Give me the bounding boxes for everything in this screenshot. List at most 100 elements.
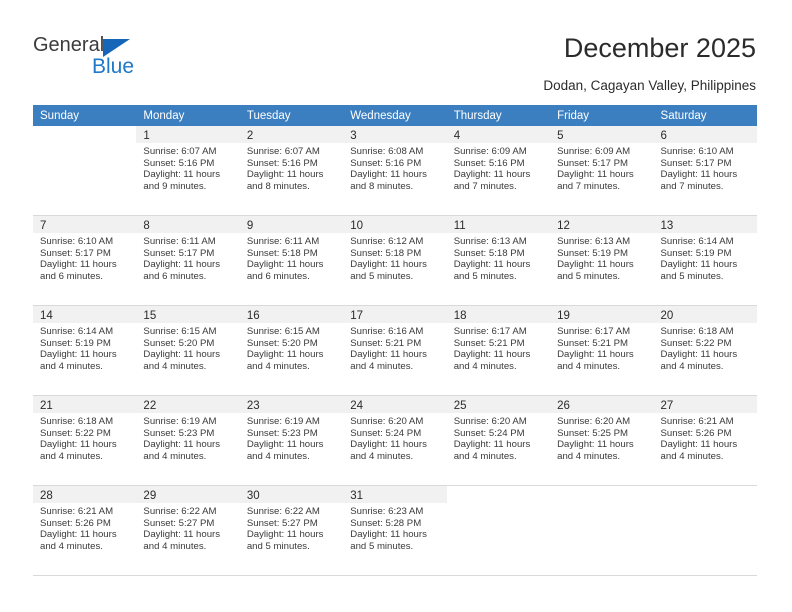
sunrise-text: Sunrise: 6:21 AM (40, 506, 114, 517)
calendar-day[interactable]: 17 Sunrise: 6:16 AM Sunset: 5:21 PM Dayligh… (343, 306, 447, 396)
weekday-header-row: Sunday Monday Tuesday Wednesday Thursday… (33, 105, 757, 126)
calendar-day[interactable]: 23 Sunrise: 6:19 AM Sunset: 5:23 PM Dayligh… (239, 396, 344, 486)
calendar-day[interactable]: 18 Sunrise: 6:17 AM Sunset: 5:21 PM Dayligh… (446, 306, 551, 396)
day-number-band: 7 (33, 216, 137, 233)
day-number: 11 (453, 220, 466, 232)
day-number-band: 23 (239, 396, 344, 413)
calendar-day-empty (446, 486, 551, 576)
day-number: 15 (143, 310, 157, 322)
calendar-day[interactable]: 25 Sunrise: 6:20 AM Sunset: 5:24 PM Dayligh… (446, 396, 551, 486)
calendar-day[interactable]: 3 Sunrise: 6:08 AM Sunset: 5:16 PM Daylight… (343, 126, 447, 216)
day-number: 2 (246, 130, 254, 142)
calendar-day[interactable]: 14 Sunrise: 6:14 AM Sunset: 5:19 PM Dayligh… (33, 306, 137, 396)
calendar-day[interactable]: 30 Sunrise: 6:22 AM Sunset: 5:27 PM Dayligh… (239, 486, 344, 576)
weekday-header-saturday: Saturday (653, 105, 757, 126)
day-number: 10 (350, 220, 364, 232)
day-number-band: 13 (653, 216, 757, 233)
sunset-text: Sunset: 5:23 PM (246, 427, 318, 439)
calendar-cell: 4 Sunrise: 6:09 AM Sunset: 5:16 PM Daylight… (446, 126, 551, 216)
sunset-text: Sunset: 5:26 PM (660, 427, 732, 439)
calendar-day[interactable]: 21 Sunrise: 6:18 AM Sunset: 5:22 PM Dayligh… (33, 396, 137, 486)
sunrise-text: Sunrise: 6:17 AM (557, 326, 631, 337)
calendar-day[interactable]: 7 Sunrise: 6:10 AM Sunset: 5:17 PM Daylight… (33, 216, 137, 306)
calendar-day[interactable]: 15 Sunrise: 6:15 AM Sunset: 5:20 PM Dayligh… (136, 306, 240, 396)
daylight-text: Daylight: 11 hours and 9 minutes. (143, 169, 221, 192)
sunrise-text: Sunrise: 6:07 AM (143, 146, 217, 157)
sunset-text: Sunset: 5:17 PM (557, 157, 629, 169)
sunset-text: Sunset: 5:20 PM (246, 337, 318, 349)
weekday-header-monday: Monday (136, 105, 240, 126)
sunrise-text: Sunrise: 6:18 AM (660, 326, 734, 337)
calendar-day[interactable]: 29 Sunrise: 6:22 AM Sunset: 5:27 PM Dayligh… (136, 486, 240, 576)
day-number-band: 14 (33, 306, 137, 323)
calendar-cell: 26 Sunrise: 6:20 AM Sunset: 5:25 PM Dayligh… (550, 396, 654, 486)
day-number: 17 (350, 310, 364, 322)
calendar-day[interactable]: 12 Sunrise: 6:13 AM Sunset: 5:19 PM Dayligh… (550, 216, 654, 306)
day-number: 28 (40, 490, 53, 502)
calendar-cell: 10 Sunrise: 6:12 AM Sunset: 5:18 PM Dayligh… (343, 216, 447, 306)
calendar-day[interactable]: 27 Sunrise: 6:21 AM Sunset: 5:26 PM Dayligh… (653, 396, 757, 486)
calendar-day[interactable]: 31 Sunrise: 6:23 AM Sunset: 5:28 PM Dayligh… (343, 486, 447, 576)
sunrise-text: Sunrise: 6:19 AM (246, 416, 320, 427)
day-number: 30 (246, 490, 260, 502)
calendar-cell: 24 Sunrise: 6:20 AM Sunset: 5:24 PM Dayligh… (343, 396, 447, 486)
day-number-band: 3 (343, 126, 447, 143)
sunset-text: Sunset: 5:18 PM (246, 247, 318, 259)
generalblue-logo[interactable]: General Blue (33, 34, 213, 82)
daylight-text: Daylight: 11 hours and 5 minutes. (350, 529, 427, 552)
day-number: 26 (557, 400, 570, 412)
day-number: 9 (246, 220, 254, 232)
calendar-day[interactable]: 24 Sunrise: 6:20 AM Sunset: 5:24 PM Dayligh… (343, 396, 447, 486)
sunset-text: Sunset: 5:24 PM (453, 427, 525, 439)
sunset-text: Sunset: 5:16 PM (246, 157, 318, 169)
calendar-body: 1 Sunrise: 6:07 AM Sunset: 5:16 PM Daylight… (33, 126, 757, 576)
calendar-day[interactable]: 22 Sunrise: 6:19 AM Sunset: 5:23 PM Dayligh… (136, 396, 240, 486)
sunrise-text: Sunrise: 6:20 AM (453, 416, 527, 427)
weekday-header-friday: Friday (550, 105, 654, 126)
day-number: 16 (246, 310, 260, 322)
day-details: Sunrise: 6:23 AM Sunset: 5:28 PM Daylight:… (343, 503, 446, 552)
day-details: Sunrise: 6:22 AM Sunset: 5:27 PM Daylight:… (240, 503, 343, 552)
sunrise-text: Sunrise: 6:12 AM (350, 236, 424, 247)
calendar-day[interactable]: 10 Sunrise: 6:12 AM Sunset: 5:18 PM Dayligh… (343, 216, 447, 306)
day-number-band: 2 (239, 126, 344, 143)
sunset-text: Sunset: 5:27 PM (143, 517, 215, 529)
sunrise-text: Sunrise: 6:11 AM (143, 236, 216, 247)
sunrise-text: Sunrise: 6:20 AM (350, 416, 424, 427)
day-details: Sunrise: 6:09 AM Sunset: 5:17 PM Daylight:… (550, 143, 653, 192)
calendar-day[interactable]: 8 Sunrise: 6:11 AM Sunset: 5:17 PM Daylight… (136, 216, 240, 306)
sunset-text: Sunset: 5:24 PM (350, 427, 422, 439)
calendar-day[interactable]: 9 Sunrise: 6:11 AM Sunset: 5:18 PM Daylight… (239, 216, 344, 306)
day-details: Sunrise: 6:12 AM Sunset: 5:18 PM Daylight:… (343, 233, 446, 282)
calendar-day[interactable]: 20 Sunrise: 6:18 AM Sunset: 5:22 PM Dayligh… (653, 306, 757, 396)
calendar-day[interactable]: 13 Sunrise: 6:14 AM Sunset: 5:19 PM Dayligh… (653, 216, 757, 306)
calendar-day[interactable]: 4 Sunrise: 6:09 AM Sunset: 5:16 PM Daylight… (446, 126, 551, 216)
calendar-day[interactable]: 19 Sunrise: 6:17 AM Sunset: 5:21 PM Dayligh… (550, 306, 654, 396)
sunset-text: Sunset: 5:19 PM (40, 337, 111, 349)
calendar-day[interactable]: 1 Sunrise: 6:07 AM Sunset: 5:16 PM Daylight… (136, 126, 240, 216)
calendar-day[interactable]: 2 Sunrise: 6:07 AM Sunset: 5:16 PM Daylight… (239, 126, 344, 216)
calendar-cell: 6 Sunrise: 6:10 AM Sunset: 5:17 PM Daylight… (653, 126, 757, 216)
daylight-text: Daylight: 11 hours and 4 minutes. (557, 439, 634, 462)
day-number-band (550, 486, 654, 503)
day-number-band: 16 (239, 306, 344, 323)
calendar-cell (653, 486, 757, 576)
calendar-day[interactable]: 6 Sunrise: 6:10 AM Sunset: 5:17 PM Daylight… (653, 126, 757, 216)
calendar-day[interactable]: 16 Sunrise: 6:15 AM Sunset: 5:20 PM Dayligh… (239, 306, 344, 396)
calendar-day[interactable]: 5 Sunrise: 6:09 AM Sunset: 5:17 PM Daylight… (550, 126, 654, 216)
day-details: Sunrise: 6:21 AM Sunset: 5:26 PM Daylight:… (33, 503, 136, 552)
calendar-day[interactable]: 28 Sunrise: 6:21 AM Sunset: 5:26 PM Dayligh… (33, 486, 137, 576)
day-details: Sunrise: 6:17 AM Sunset: 5:21 PM Daylight:… (447, 323, 550, 372)
day-details: Sunrise: 6:10 AM Sunset: 5:17 PM Daylight:… (654, 143, 757, 192)
daylight-text: Daylight: 11 hours and 4 minutes. (660, 349, 738, 372)
day-details: Sunrise: 6:07 AM Sunset: 5:16 PM Daylight:… (240, 143, 343, 192)
calendar-cell: 12 Sunrise: 6:13 AM Sunset: 5:19 PM Dayligh… (550, 216, 654, 306)
day-number-band: 28 (33, 486, 137, 503)
daylight-text: Daylight: 11 hours and 8 minutes. (350, 169, 427, 192)
day-details: Sunrise: 6:21 AM Sunset: 5:26 PM Daylight:… (654, 413, 757, 462)
calendar-day[interactable]: 26 Sunrise: 6:20 AM Sunset: 5:25 PM Dayligh… (550, 396, 654, 486)
day-number-band (653, 486, 757, 503)
daylight-text: Daylight: 11 hours and 4 minutes. (246, 349, 324, 372)
sunset-text: Sunset: 5:17 PM (660, 157, 732, 169)
calendar-day[interactable]: 11 Sunrise: 6:13 AM Sunset: 5:18 PM Dayligh… (446, 216, 551, 306)
